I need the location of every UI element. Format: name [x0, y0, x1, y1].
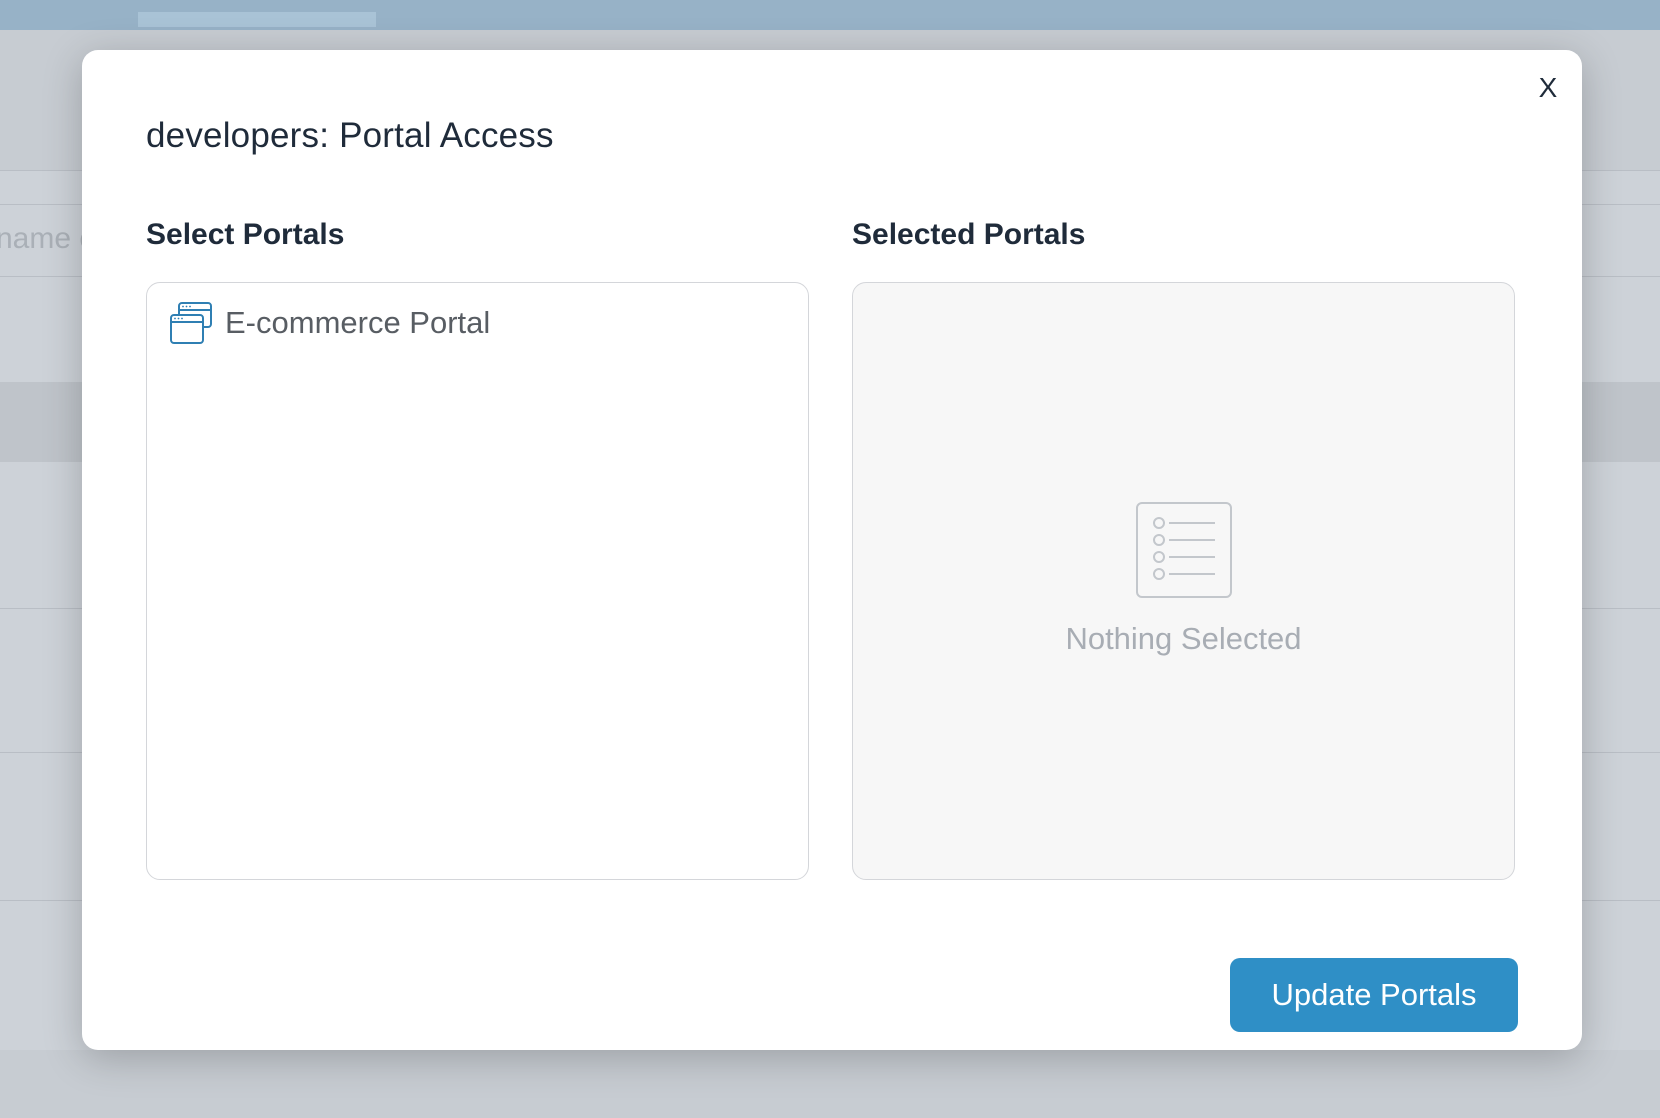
selected-portals-label: Selected Portals	[852, 218, 1086, 251]
portal-item-ecommerce[interactable]: E-commerce Portal	[169, 301, 786, 345]
app-top-bar	[0, 0, 1660, 30]
update-portals-button[interactable]: Update Portals	[1230, 958, 1518, 1032]
close-button[interactable]: X	[1528, 68, 1568, 108]
portal-access-modal: X developers: Portal Access Select Porta…	[82, 50, 1582, 1050]
selected-portals-list: Nothing Selected	[852, 282, 1515, 880]
empty-state: Nothing Selected	[853, 501, 1514, 657]
list-icon	[1135, 501, 1233, 599]
modal-title: developers: Portal Access	[146, 116, 554, 155]
empty-state-text: Nothing Selected	[1065, 621, 1302, 656]
background-footer	[0, 1050, 1660, 1118]
browser-windows-icon	[169, 301, 213, 345]
app-top-bar-tab	[138, 12, 376, 27]
select-portals-label: Select Portals	[146, 218, 345, 251]
select-portals-list: E-commerce Portal	[146, 282, 809, 880]
portal-item-label: E-commerce Portal	[225, 305, 491, 340]
